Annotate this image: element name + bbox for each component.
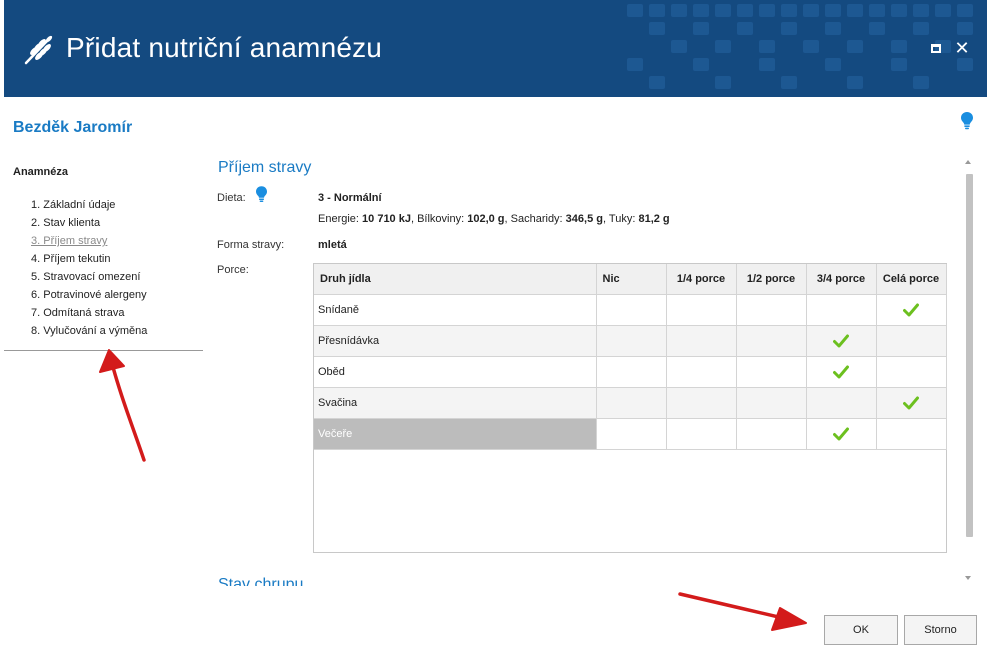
annotation-arrow-nav [108,354,146,462]
protein-prefix: , Bílkoviny: [410,213,468,225]
protein-value: 102,0 g [467,213,505,225]
diet-label: Dieta: [217,192,246,204]
checkmark-icon [833,427,849,440]
table-row[interactable]: Svačina [314,387,947,419]
nav-item-stav-klienta[interactable]: 2. Stav klienta [31,214,147,232]
window-title: Přidat nutriční anamnézu [66,32,383,63]
portion-cell[interactable] [736,418,807,450]
anamnesis-nav: 1. Základní údaje 2. Stav klienta 3. Pří… [31,196,147,340]
checkmark-icon [833,365,849,378]
close-icon[interactable]: ✕ [953,39,971,57]
nav-title: Anamnéza [13,166,69,178]
meal-name-cell[interactable]: Svačina [314,387,597,419]
portion-cell[interactable] [666,294,737,326]
checkmark-icon [903,303,919,316]
table-row[interactable]: Přesnídávka [314,325,947,357]
energy-prefix: Energie: [318,213,363,225]
food-form-label: Forma stravy: [217,239,285,251]
portion-cell[interactable] [596,356,667,388]
next-section-title: Stav chrupu [218,576,304,587]
annotation-arrow-ok [678,592,802,624]
cancel-button[interactable]: Storno [904,615,977,645]
portion-cell[interactable] [736,294,807,326]
column-header-three-quarter[interactable]: 3/4 porce [806,264,877,295]
maximize-icon[interactable] [930,43,942,55]
checkmark-icon [833,334,849,347]
portion-cell[interactable] [736,325,807,357]
portion-cell[interactable] [736,387,807,419]
portion-cell[interactable] [806,387,877,419]
portion-cell[interactable] [806,294,877,326]
fat-prefix: , Tuky: [602,213,639,225]
table-row[interactable]: Večeře [314,418,947,450]
column-header-half[interactable]: 1/2 porce [736,264,807,295]
portion-cell[interactable] [876,356,947,388]
nav-item-odmitana-strava[interactable]: 7. Odmítaná strava [31,304,147,322]
nutrition-summary: Energie: 10 710 kJ, Bílkoviny: 102,0 g, … [318,213,670,225]
portion-cell[interactable] [596,387,667,419]
portion-cell[interactable] [666,356,737,388]
column-header-full[interactable]: Celá porce [876,264,947,295]
content-scrollbar[interactable] [962,158,976,586]
portion-cell[interactable] [666,387,737,419]
meal-name-cell[interactable]: Přesnídávka [314,325,597,357]
portions-table: Druh jídla Nic 1/4 porce 1/2 porce 3/4 p… [314,264,947,450]
meal-name-cell[interactable]: Večeře [314,418,597,450]
carbs-value: 346,5 g [565,213,603,225]
column-header-meal[interactable]: Druh jídla [314,264,597,295]
energy-value: 10 710 kJ [362,213,411,225]
ok-button[interactable]: OK [824,615,898,645]
portion-cell[interactable] [596,294,667,326]
carbs-prefix: , Sacharidy: [504,213,566,225]
portion-cell[interactable] [736,356,807,388]
portion-cell[interactable] [596,418,667,450]
portion-cell[interactable] [806,325,877,357]
nav-item-prijem-tekutin[interactable]: 4. Příjem tekutin [31,250,147,268]
table-row[interactable]: Snídaně [314,294,947,326]
nav-item-zakladni-udaje[interactable]: 1. Základní údaje [31,196,147,214]
next-section-peek: Stav chrupu [218,574,338,587]
lightbulb-icon[interactable] [256,186,267,203]
portion-cell[interactable] [876,325,947,357]
portion-cell[interactable] [876,387,947,419]
section-title: Příjem stravy [218,159,312,176]
fat-value: 81,2 g [638,213,670,225]
portion-cell[interactable] [666,418,737,450]
portion-cell[interactable] [876,418,947,450]
portion-cell[interactable] [806,418,877,450]
nav-divider [4,350,203,351]
diet-value: 3 - Normální [318,192,382,204]
nav-item-potravinove-alergeny[interactable]: 6. Potravinové alergeny [31,286,147,304]
nav-item-stravovaci-omezeni[interactable]: 5. Stravovací omezení [31,268,147,286]
portion-cell[interactable] [666,325,737,357]
scroll-down-arrow[interactable] [965,576,971,580]
nav-item-prijem-stravy[interactable]: 3. Příjem stravy [31,232,147,250]
portion-cell[interactable] [596,325,667,357]
table-row[interactable]: Oběd [314,356,947,388]
window-titlebar: Přidat nutriční anamnézu ✕ [4,0,987,97]
table-header-row: Druh jídla Nic 1/4 porce 1/2 porce 3/4 p… [314,264,947,295]
portions-label: Porce: [217,264,249,276]
portions-grid: Druh jídla Nic 1/4 porce 1/2 porce 3/4 p… [313,263,947,553]
patient-name: Bezděk Jaromír [13,119,133,136]
food-form-value: mletá [318,239,347,251]
scroll-up-arrow[interactable] [965,160,971,164]
checkmark-icon [903,396,919,409]
lightbulb-icon[interactable] [961,112,973,130]
titlebar-pattern [627,4,973,89]
portion-cell[interactable] [876,294,947,326]
column-header-quarter[interactable]: 1/4 porce [666,264,737,295]
column-header-nic[interactable]: Nic [596,264,667,295]
wheat-icon [24,35,53,65]
portion-cell[interactable] [806,356,877,388]
meal-name-cell[interactable]: Snídaně [314,294,597,326]
meal-name-cell[interactable]: Oběd [314,356,597,388]
nav-item-vylucovani-a-vymena[interactable]: 8. Vylučování a výměna [31,322,147,340]
scroll-thumb[interactable] [966,174,973,537]
